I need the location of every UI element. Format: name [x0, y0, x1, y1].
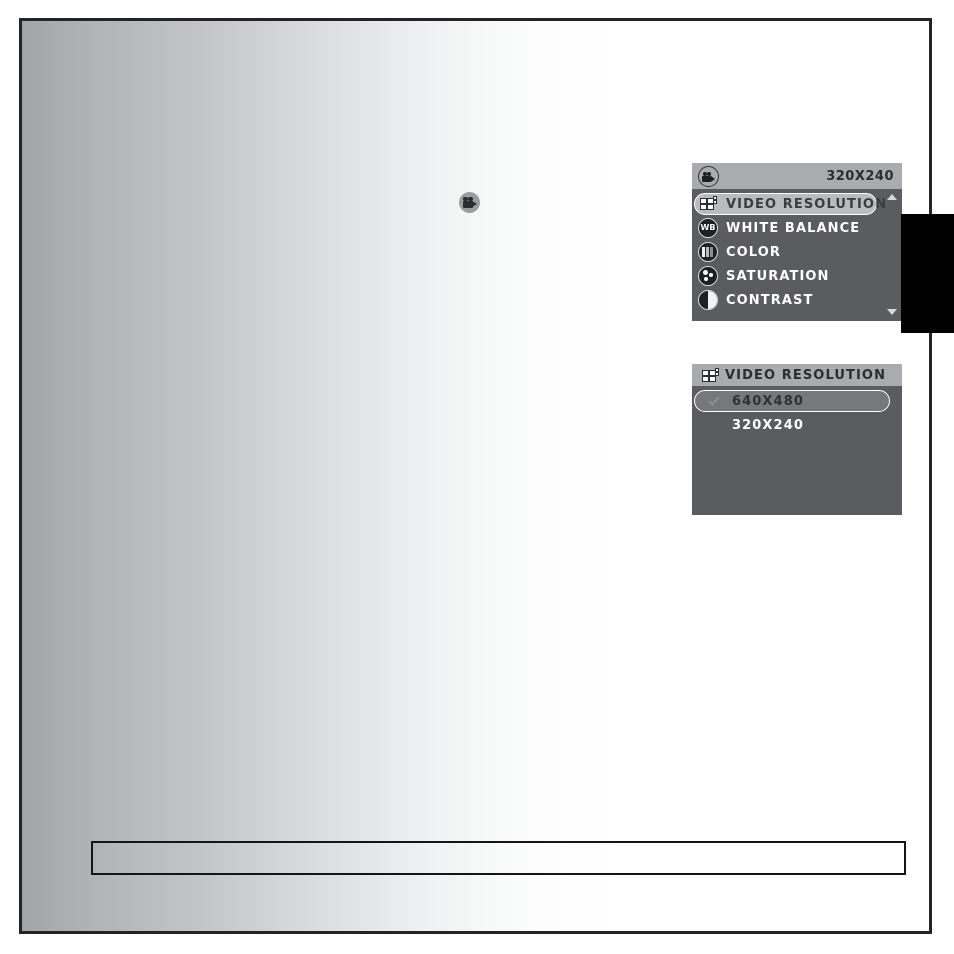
menu-item-video-resolution[interactable]: VIDEO RESOLUTION [692, 192, 902, 216]
menu-item-contrast[interactable]: CONTRAST [692, 288, 902, 312]
color-bars-icon [698, 242, 718, 262]
main-menu-titlebar: 320X240 [692, 163, 902, 189]
submenu-option-list: 640X480 320X240 [692, 386, 902, 437]
option-320x240[interactable]: 320X240 [692, 413, 902, 437]
video-camera-badge-icon [698, 165, 719, 187]
grid-icon [698, 194, 718, 214]
video-camera-icon-lens [472, 201, 477, 207]
option-label: 640X480 [732, 393, 804, 409]
submenu-title: VIDEO RESOLUTION [725, 367, 887, 383]
video-camera-badge-lens [710, 175, 715, 182]
camera-lcd-video-resolution-submenu: VIDEO RESOLUTION 640X480 320X240 [692, 364, 902, 515]
video-camera-icon [459, 192, 480, 213]
page-edge-tab [901, 214, 954, 333]
saturation-icon [698, 266, 718, 286]
menu-item-label: VIDEO RESOLUTION [726, 196, 888, 212]
submenu-titlebar: VIDEO RESOLUTION [692, 364, 902, 386]
contrast-icon [698, 290, 718, 310]
caption-text [93, 843, 904, 859]
menu-item-label: SATURATION [726, 268, 830, 284]
video-camera-badge-reel-left [702, 171, 707, 176]
current-video-resolution-value: 320X240 [826, 168, 894, 184]
menu-item-label: CONTRAST [726, 292, 814, 308]
caption-box [91, 841, 906, 875]
option-640x480[interactable]: 640X480 [692, 389, 902, 413]
checkmark-icon [708, 395, 720, 407]
scroll-up-icon[interactable] [887, 194, 897, 200]
main-menu-list: VIDEO RESOLUTION WB WHITE BALANCE COLOR … [692, 189, 902, 312]
option-label: 320X240 [732, 417, 804, 433]
menu-item-color[interactable]: COLOR [692, 240, 902, 264]
grid-icon [700, 366, 719, 384]
wb-icon: WB [698, 218, 718, 238]
menu-item-saturation[interactable]: SATURATION [692, 264, 902, 288]
camera-lcd-main-menu: 320X240 VIDEO RESOLUTION WB WHITE BALANC… [692, 163, 902, 321]
menu-item-label: WHITE BALANCE [726, 220, 861, 236]
page-sheet: 320X240 VIDEO RESOLUTION WB WHITE BALANC… [19, 18, 932, 934]
scroll-down-icon[interactable] [887, 309, 897, 315]
menu-item-white-balance[interactable]: WB WHITE BALANCE [692, 216, 902, 240]
menu-item-label: COLOR [726, 244, 781, 260]
